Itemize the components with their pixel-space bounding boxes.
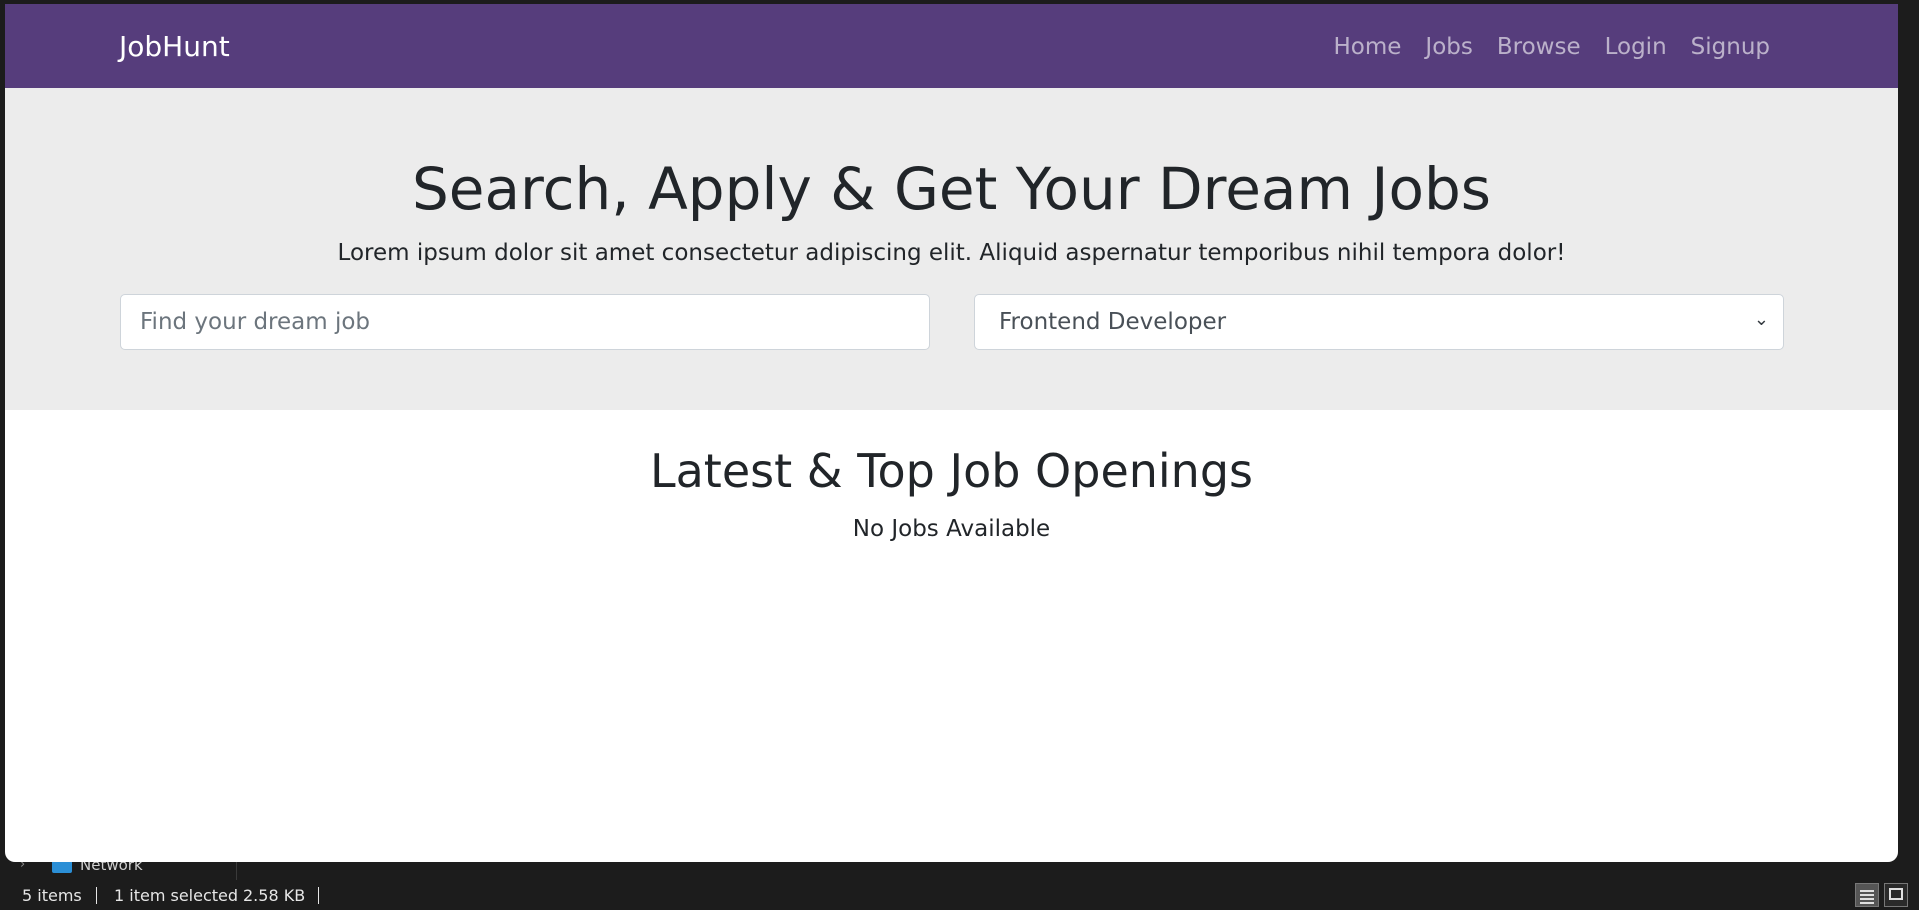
brand-logo[interactable]: JobHunt [119, 30, 230, 63]
job-search-input[interactable] [120, 294, 930, 350]
nav-link-jobs[interactable]: Jobs [1425, 34, 1472, 60]
browser-viewport: JobHunt Home Jobs Browse Login Signup Se… [5, 4, 1898, 862]
jobs-section-title: Latest & Top Job Openings [649, 444, 1253, 498]
category-select[interactable]: Frontend Developer ⌄ [974, 294, 1784, 350]
nav-link-login[interactable]: Login [1605, 34, 1667, 60]
nav-links: Home Jobs Browse Login Signup [1333, 34, 1770, 60]
status-divider [96, 887, 97, 904]
hero-subtitle: Lorem ipsum dolor sit amet consectetur a… [337, 240, 1566, 266]
hero-section: Search, Apply & Get Your Dream Jobs Lore… [5, 88, 1898, 410]
category-select-value: Frontend Developer [999, 309, 1227, 335]
status-bar: 5 items 1 item selected 2.58 KB [0, 880, 1919, 910]
details-view-icon[interactable] [1855, 883, 1879, 907]
selection-count: 1 item selected [114, 886, 239, 905]
empty-state-message: No Jobs Available [852, 516, 1051, 542]
selection-size: 2.58 KB [243, 886, 306, 905]
large-icons-view-icon[interactable] [1884, 883, 1908, 907]
nav-link-browse[interactable]: Browse [1497, 34, 1581, 60]
chevron-down-icon: ⌄ [1753, 309, 1769, 330]
nav-link-home[interactable]: Home [1333, 34, 1401, 60]
hero-title: Search, Apply & Get Your Dream Jobs [411, 155, 1492, 223]
nav-link-signup[interactable]: Signup [1691, 34, 1770, 60]
status-divider [318, 887, 319, 904]
navbar: JobHunt Home Jobs Browse Login Signup [5, 4, 1898, 88]
desktop: › Network 5 items 1 item selected 2.58 K… [0, 0, 1919, 910]
item-count: 5 items [22, 886, 82, 905]
